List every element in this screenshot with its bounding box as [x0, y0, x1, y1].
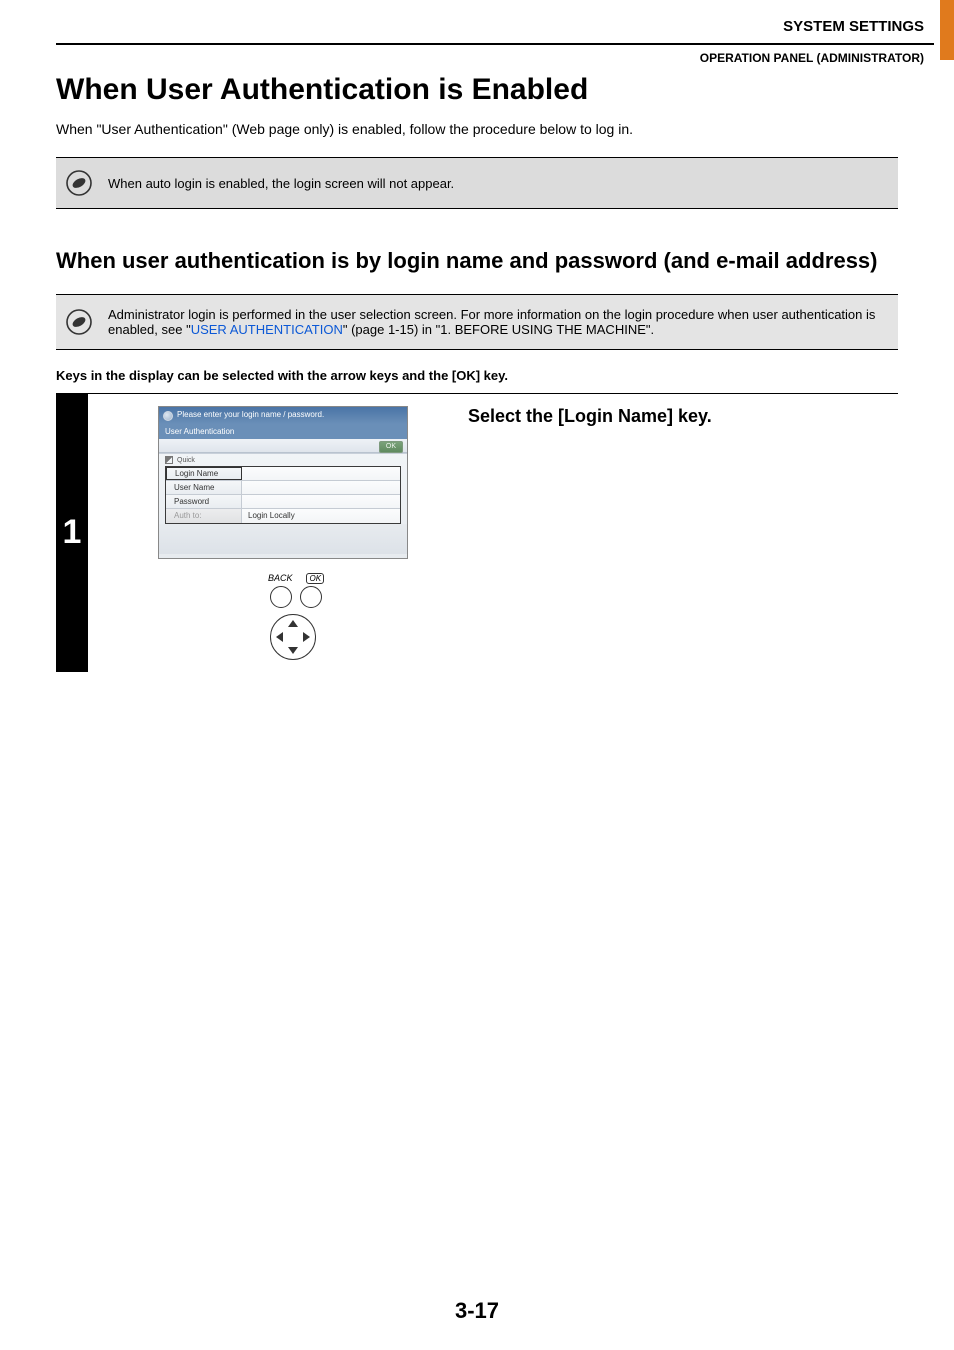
screen-padding [159, 524, 407, 554]
step-number: 1 [56, 394, 88, 672]
note-admin-login-text: Administrator login is performed in the … [108, 307, 888, 337]
intro-text: When "User Authentication" (Web page onl… [56, 121, 898, 137]
fields-box: Login Name User Name Password [165, 466, 401, 524]
user-authentication-link[interactable]: USER AUTHENTICATION [191, 322, 343, 337]
screen-ok-button[interactable]: OK [379, 441, 403, 453]
step-1-row: 1 Please enter your login name / passwor… [56, 393, 898, 672]
back-button[interactable] [270, 586, 292, 608]
dpad[interactable] [270, 614, 316, 660]
note2-post: " (page 1-15) in "1. BEFORE USING THE MA… [343, 322, 654, 337]
login-name-key[interactable]: Login Name [166, 467, 242, 480]
screen-prompt-bar: Please enter your login name / password. [159, 407, 407, 424]
arrow-up-icon[interactable] [288, 620, 298, 627]
step-instruction: Select the [Login Name] key. [468, 406, 888, 427]
login-screen-mock: Please enter your login name / password.… [158, 406, 408, 559]
password-value[interactable] [242, 495, 400, 508]
page-number: 3-17 [0, 1298, 954, 1324]
note-auto-login-text: When auto login is enabled, the login sc… [108, 176, 454, 191]
note-icon [66, 170, 92, 196]
ok-label: OK [306, 573, 324, 584]
screen-prompt-text: Please enter your login name / password. [177, 410, 324, 419]
operation-panel-heading: OPERATION PANEL (ADMINISTRATOR) [56, 45, 934, 65]
auth-to-key: Auth to: [166, 509, 242, 523]
header-accent-bar [940, 0, 954, 60]
back-label: BACK [268, 573, 293, 584]
user-name-value[interactable] [242, 481, 400, 494]
system-settings-heading: SYSTEM SETTINGS [56, 18, 934, 43]
ok-button[interactable] [300, 586, 322, 608]
note-auto-login: When auto login is enabled, the login sc… [56, 157, 898, 209]
auth-to-value: Login Locally [242, 509, 400, 523]
arrow-right-icon[interactable] [303, 632, 310, 642]
user-name-key[interactable]: User Name [166, 481, 242, 494]
page-title: When User Authentication is Enabled [56, 73, 898, 107]
quick-row[interactable]: Quick [159, 454, 407, 466]
screen-title: User Authentication [159, 424, 407, 439]
keys-instruction: Keys in the display can be selected with… [56, 368, 898, 383]
hardware-controls: BACK OK [158, 573, 428, 660]
arrow-left-icon[interactable] [276, 632, 283, 642]
note-icon [66, 309, 92, 335]
section-title: When user authentication is by login nam… [56, 247, 898, 276]
password-key[interactable]: Password [166, 495, 242, 508]
screen-toolbar: OK [159, 439, 407, 453]
info-icon [163, 411, 173, 421]
login-name-value[interactable] [242, 467, 400, 480]
note-admin-login: Administrator login is performed in the … [56, 294, 898, 350]
arrow-down-icon[interactable] [288, 647, 298, 654]
